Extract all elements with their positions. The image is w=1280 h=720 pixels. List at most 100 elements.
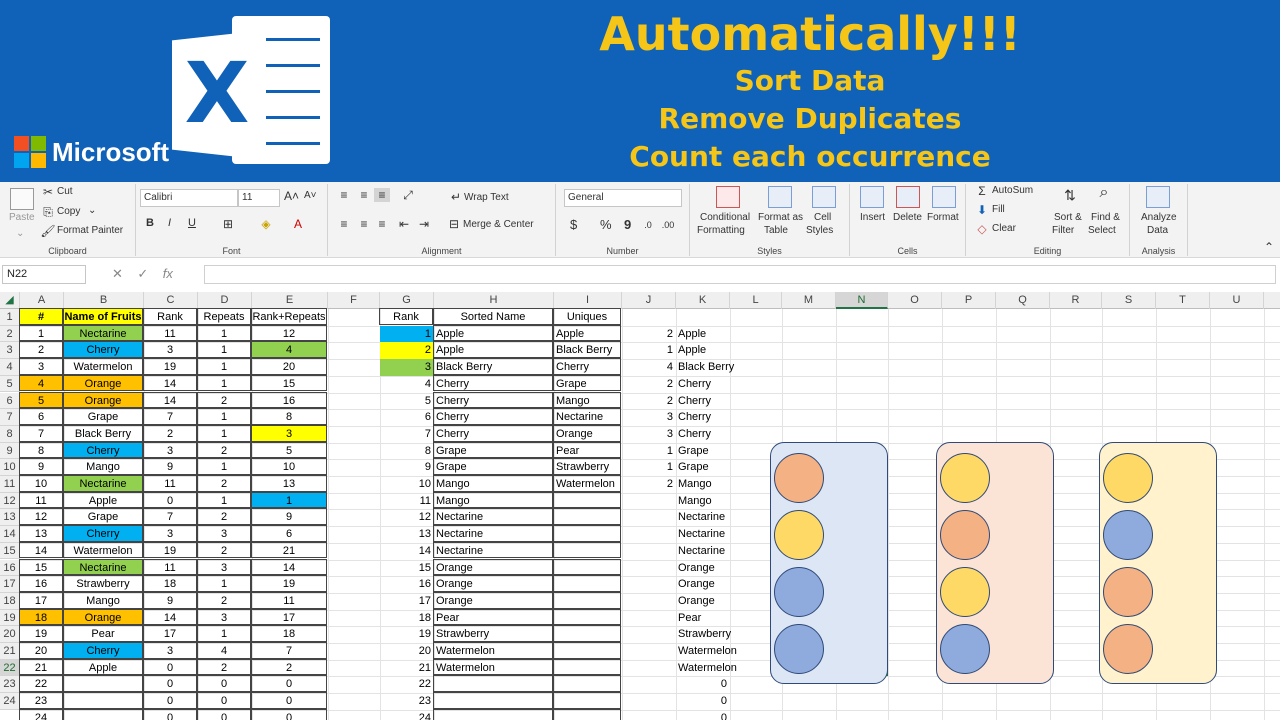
font-size-select[interactable]: 11	[238, 189, 280, 207]
shrink-font-icon[interactable]: A˅	[304, 190, 317, 201]
merge-icon[interactable]: ⊟	[446, 217, 462, 231]
column-header-r[interactable]: R	[1050, 292, 1102, 309]
cancel-icon[interactable]: ✕	[112, 266, 123, 281]
find-select-icon[interactable]: ⌕	[1096, 185, 1112, 201]
function-icon[interactable]: fx	[163, 266, 173, 281]
align-top-icon[interactable]: ≡	[336, 188, 352, 202]
row-header-9[interactable]: 9	[0, 442, 20, 460]
find-select-line2[interactable]: Select	[1088, 225, 1116, 236]
delete-button[interactable]: Delete	[893, 212, 922, 223]
align-bottom-icon[interactable]: ≡	[374, 188, 390, 202]
align-middle-icon[interactable]: ≡	[356, 188, 372, 202]
sort-filter-line2[interactable]: Filter	[1052, 225, 1074, 236]
increase-decimal-icon[interactable]: .0	[640, 218, 656, 232]
column-header-q[interactable]: Q	[996, 292, 1050, 309]
row-header-2[interactable]: 2	[0, 325, 20, 343]
column-header-a[interactable]: A	[20, 292, 64, 309]
column-header-u[interactable]: U	[1210, 292, 1264, 309]
column-header-k[interactable]: K	[676, 292, 730, 309]
column-header-d[interactable]: D	[198, 292, 252, 309]
fill-color-icon[interactable]: ◈	[258, 217, 274, 231]
insert-cells-icon[interactable]	[860, 186, 884, 208]
row-header-17[interactable]: 17	[0, 576, 20, 593]
delete-cells-icon[interactable]	[896, 186, 920, 208]
column-header-s[interactable]: S	[1102, 292, 1156, 309]
row-header-20[interactable]: 20	[0, 626, 20, 643]
row-header-15[interactable]: 15	[0, 542, 20, 560]
row-header-22[interactable]: 22	[0, 659, 20, 677]
scissors-icon[interactable]: ✂	[40, 185, 56, 199]
decrease-indent-icon[interactable]: ⇤	[396, 217, 412, 231]
spreadsheet-grid[interactable]: ◢ A B C D E F G H I J K L M N O P Q R S T U 1 2 3 4 5 6 7 8 9 10 11 12 13…	[0, 292, 1280, 720]
conditional-formatting-line1[interactable]: Conditional	[700, 212, 750, 223]
fill-icon[interactable]: ⬇	[974, 203, 990, 217]
column-header-l[interactable]: L	[730, 292, 782, 309]
paste-button[interactable]: Paste	[9, 212, 35, 223]
insert-button[interactable]: Insert	[860, 212, 885, 223]
conditional-formatting-icon[interactable]	[716, 186, 740, 208]
increase-indent-icon[interactable]: ⇥	[416, 217, 432, 231]
copy-icon[interactable]: ⎘	[40, 205, 56, 219]
align-left-icon[interactable]: ≡	[336, 217, 352, 231]
copy-button[interactable]: Copy	[57, 206, 80, 217]
column-header-t[interactable]: T	[1156, 292, 1210, 309]
conditional-formatting-line2[interactable]: Formatting	[697, 225, 745, 236]
column-header-e[interactable]: E	[252, 292, 328, 309]
autosum-button[interactable]: AutoSum	[992, 185, 1033, 196]
percent-button[interactable]: %	[600, 217, 612, 232]
sort-filter-icon[interactable]: ⇅	[1062, 188, 1078, 202]
row-header-4[interactable]: 4	[0, 359, 20, 376]
format-button[interactable]: Format	[927, 212, 959, 223]
row-header-16[interactable]: 16	[0, 559, 20, 577]
format-cells-icon[interactable]	[932, 186, 956, 208]
cell-styles-line2[interactable]: Styles	[806, 225, 833, 236]
column-header-i[interactable]: I	[554, 292, 622, 309]
paste-dropdown-icon[interactable]: ⌄	[16, 228, 24, 239]
font-color-icon[interactable]: A	[290, 217, 306, 231]
comma-button[interactable]: 9	[624, 217, 631, 232]
row-header-18[interactable]: 18	[0, 592, 20, 610]
analyze-data-icon[interactable]	[1146, 186, 1170, 208]
select-all-corner[interactable]: ◢	[0, 292, 20, 309]
italic-button[interactable]: I	[168, 217, 171, 229]
row-header-23[interactable]: 23	[0, 676, 20, 694]
column-header-f[interactable]: F	[328, 292, 380, 309]
row-header-13[interactable]: 13	[0, 509, 20, 527]
column-header-o[interactable]: O	[888, 292, 942, 309]
row-header-19[interactable]: 19	[0, 609, 20, 627]
column-header-p[interactable]: P	[942, 292, 996, 309]
row-header-8[interactable]: 8	[0, 425, 20, 443]
row-header-6[interactable]: 6	[0, 392, 20, 410]
cell-styles-line1[interactable]: Cell	[814, 212, 831, 223]
row-header-3[interactable]: 3	[0, 342, 20, 360]
row-header-24[interactable]: 24	[0, 693, 20, 710]
cut-button[interactable]: Cut	[57, 186, 73, 197]
column-header-j[interactable]: J	[622, 292, 676, 309]
autosum-icon[interactable]: Σ	[974, 184, 990, 198]
row-header-10[interactable]: 10	[0, 459, 20, 476]
name-box[interactable]: N22	[2, 265, 86, 284]
font-name-select[interactable]: Calibri	[140, 189, 238, 207]
align-right-icon[interactable]: ≡	[374, 217, 390, 231]
column-header-n[interactable]: N	[836, 292, 888, 309]
decrease-decimal-icon[interactable]: .00	[660, 218, 676, 232]
column-header-m[interactable]: M	[782, 292, 836, 309]
brush-icon[interactable]: 🖌	[40, 224, 56, 238]
underline-button[interactable]: U	[188, 217, 196, 229]
orientation-icon[interactable]: ⤢	[400, 188, 416, 202]
column-header-g[interactable]: G	[380, 292, 434, 309]
format-painter-button[interactable]: Format Painter	[57, 225, 123, 236]
number-format-select[interactable]: General	[564, 189, 682, 207]
row-header-5[interactable]: 5	[0, 375, 20, 393]
row-header-7[interactable]: 7	[0, 409, 20, 426]
analyze-data-line1[interactable]: Analyze	[1141, 212, 1177, 223]
grow-font-icon[interactable]: A˄	[284, 189, 299, 203]
format-as-table-line1[interactable]: Format as	[758, 212, 803, 223]
format-as-table-line2[interactable]: Table	[764, 225, 788, 236]
row-header-11[interactable]: 11	[0, 476, 20, 493]
copy-dropdown-icon[interactable]: ⌄	[88, 205, 96, 216]
bold-button[interactable]: B	[146, 217, 154, 229]
find-select-line1[interactable]: Find &	[1091, 212, 1120, 223]
collapse-ribbon-icon[interactable]: ⌃	[1264, 240, 1274, 254]
cell-styles-icon[interactable]	[812, 186, 836, 208]
